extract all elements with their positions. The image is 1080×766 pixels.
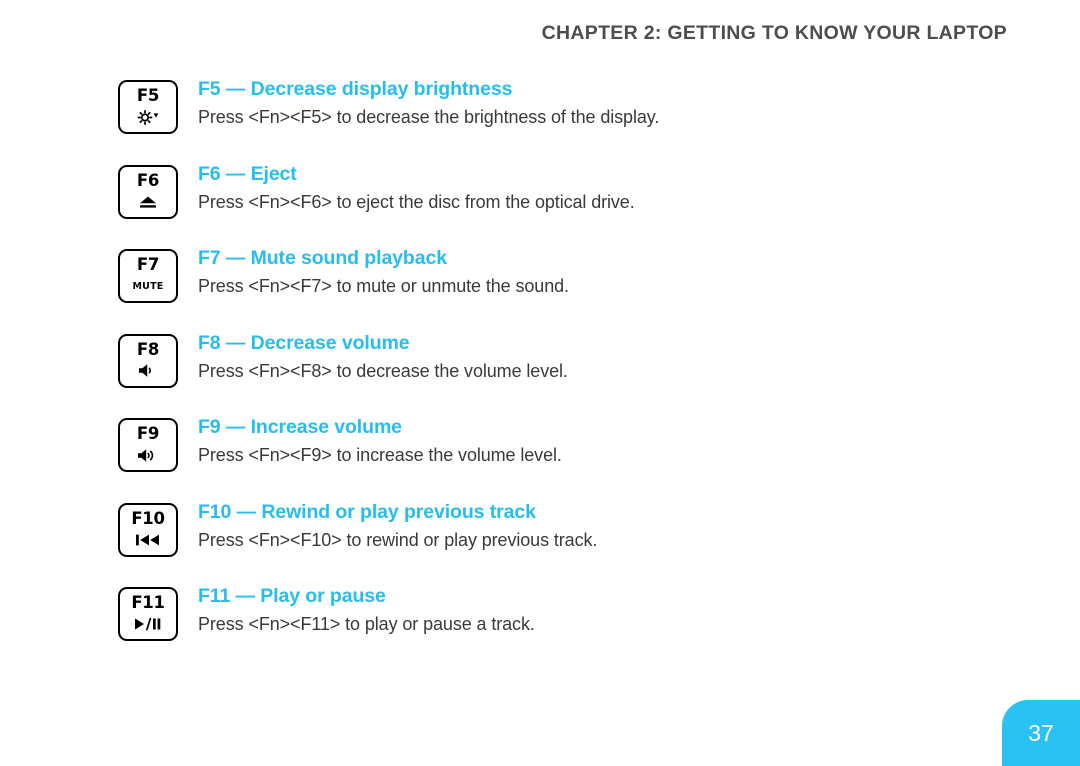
mute-text-icon: MUTE (132, 280, 164, 292)
entry-text: F11 — Play or pause Press <Fn><F11> to p… (198, 585, 1040, 636)
list-item: F7 MUTE F7 — Mute sound playback Press <… (118, 247, 1040, 303)
keycap-label: F9 (136, 424, 160, 444)
keycap-label: F5 (136, 86, 160, 106)
list-item: F10 F10 — Rewind or play previous track … (118, 501, 1040, 557)
keycap-f11: F11 (118, 587, 178, 641)
page-header-chapter-title: CHAPTER 2: GETTING TO KNOW YOUR LAPTOP (541, 22, 1007, 44)
speaker-high-icon (137, 447, 159, 464)
page-number: 37 (1028, 719, 1054, 746)
entry-text: F6 — Eject Press <Fn><F6> to eject the d… (198, 163, 1040, 214)
keycap-label: F10 (131, 508, 165, 528)
entry-description: Press <Fn><F8> to decrease the volume le… (198, 360, 568, 381)
keycap-label: F6 (136, 170, 160, 190)
entry-description: Press <Fn><F11> to play or pause a track… (198, 614, 535, 635)
keycap-f5: F5 (118, 80, 178, 134)
entry-title: F6 — Eject (198, 162, 297, 185)
entry-text: F8 — Decrease volume Press <Fn><F8> to d… (198, 332, 1040, 383)
list-item: F11 F11 — Play or pause Press <Fn><F11> … (118, 585, 1040, 641)
keycap-f7: F7 MUTE (118, 249, 178, 303)
entry-text: F10 — Rewind or play previous track Pres… (198, 501, 1040, 552)
entry-title: F11 — Play or pause (198, 585, 386, 607)
function-key-list: F5 F5 — Decrease display brightness Pres… (118, 78, 1040, 641)
entry-title: F7 — Mute sound playback (198, 247, 447, 269)
entry-title: F8 — Decrease volume (198, 331, 410, 354)
entry-title: F5 — Decrease display brightness (198, 78, 513, 100)
list-item: F8 F8 — Decrease volume Press <Fn><F8> t… (118, 332, 1040, 388)
entry-title: F9 — Increase volume (198, 416, 402, 438)
eject-icon (138, 193, 158, 210)
keycap-f10: F10 (118, 502, 178, 557)
entry-text: F9 — Increase volume Press <Fn><F9> to i… (198, 416, 1040, 467)
page-number-badge: 37 (1002, 700, 1080, 766)
keycap-label: F8 (136, 339, 160, 359)
keycap-f6: F6 (118, 164, 178, 219)
brightness-decrease-icon (137, 109, 159, 126)
entry-text: F5 — Decrease display brightness Press <… (198, 78, 1040, 129)
rewind-previous-track-icon (135, 531, 161, 548)
list-item: F5 F5 — Decrease display brightness Pres… (118, 78, 1040, 134)
list-item: F6 F6 — Eject Press <Fn><F6> to eject th… (118, 163, 1040, 219)
entry-description: Press <Fn><F5> to decrease the brightnes… (198, 107, 660, 128)
keycap-f8: F8 (118, 333, 178, 388)
play-pause-icon (134, 616, 162, 633)
speaker-low-icon (138, 362, 158, 379)
entry-description: Press <Fn><F6> to eject the disc from th… (198, 191, 635, 212)
entry-description: Press <Fn><F7> to mute or unmute the sou… (198, 276, 569, 297)
entry-description: Press <Fn><F10> to rewind or play previo… (198, 529, 598, 550)
keycap-label: F11 (131, 593, 165, 613)
entry-title: F10 — Rewind or play previous track (198, 500, 536, 523)
entry-text: F7 — Mute sound playback Press <Fn><F7> … (198, 247, 1040, 298)
keycap-label: F7 (136, 255, 160, 275)
keycap-f9: F9 (118, 418, 178, 472)
list-item: F9 F9 — Increase volume Press <Fn><F9> t… (118, 416, 1040, 472)
entry-description: Press <Fn><F9> to increase the volume le… (198, 445, 562, 466)
